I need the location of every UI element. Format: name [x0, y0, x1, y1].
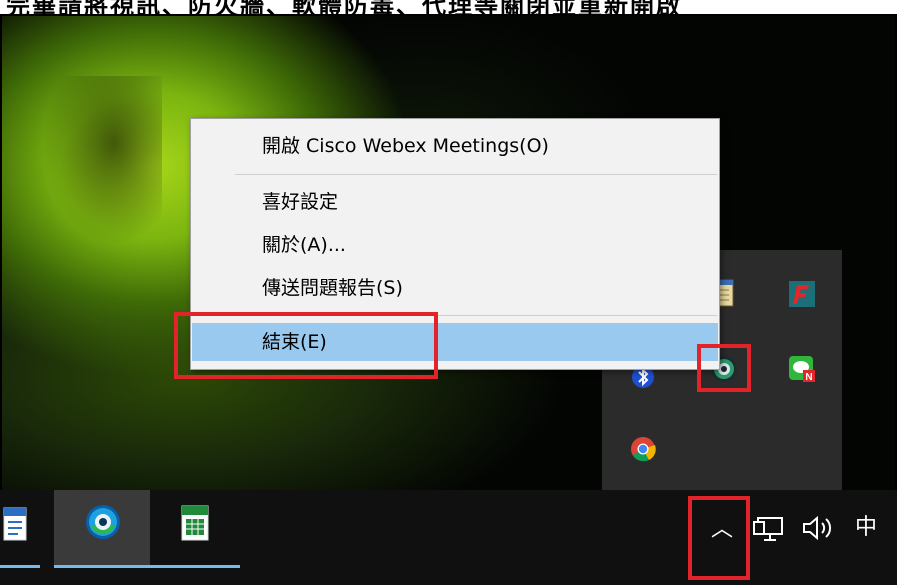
ime-indicator[interactable]: 中: [848, 510, 884, 546]
annotation-box-exit: [174, 312, 438, 379]
annotation-box-show-hidden: [688, 496, 750, 580]
menu-item-send-report[interactable]: 傳送問題報告(S): [192, 269, 718, 307]
network-icon[interactable]: [750, 508, 790, 548]
caption-text: 完畢請將視訊、防火牆、軟體防毒、代理等關閉並重新開啟: [6, 0, 682, 14]
menu-separator: [235, 174, 717, 175]
screenshot-stage: 完畢請將視訊、防火牆、軟體防毒、代理等關閉並重新開啟 開啟 Cisco Webe…: [0, 0, 897, 585]
line-chat-icon[interactable]: N: [788, 355, 815, 383]
taskbar-running-indicator: [0, 565, 40, 568]
spreadsheet-app-icon: [181, 505, 209, 541]
svg-text:N: N: [805, 372, 812, 383]
taskbar-spreadsheet-app[interactable]: [150, 490, 240, 568]
taskbar-running-indicator: [150, 565, 240, 568]
taskbar-webex-app[interactable]: [54, 490, 150, 568]
caption-band: 完畢請將視訊、防火牆、軟體防毒、代理等關閉並重新開啟: [0, 0, 897, 14]
menu-item-open-webex[interactable]: 開啟 Cisco Webex Meetings(O): [192, 127, 718, 165]
flash-app-icon[interactable]: [788, 280, 815, 307]
taskbar: ︿ 中: [0, 490, 897, 585]
chrome-icon[interactable]: [630, 436, 656, 462]
menu-item-preferences[interactable]: 喜好設定: [192, 183, 718, 221]
document-app-icon: [3, 507, 27, 541]
taskbar-document-app[interactable]: [0, 490, 40, 568]
menu-item-about[interactable]: 關於(A)...: [192, 226, 718, 264]
volume-icon[interactable]: [798, 508, 838, 548]
wallpaper-tent-shadow: [42, 76, 162, 246]
annotation-box-webex-tray: [697, 344, 751, 392]
webex-app-icon: [86, 505, 120, 539]
taskbar-running-indicator: [54, 565, 150, 568]
